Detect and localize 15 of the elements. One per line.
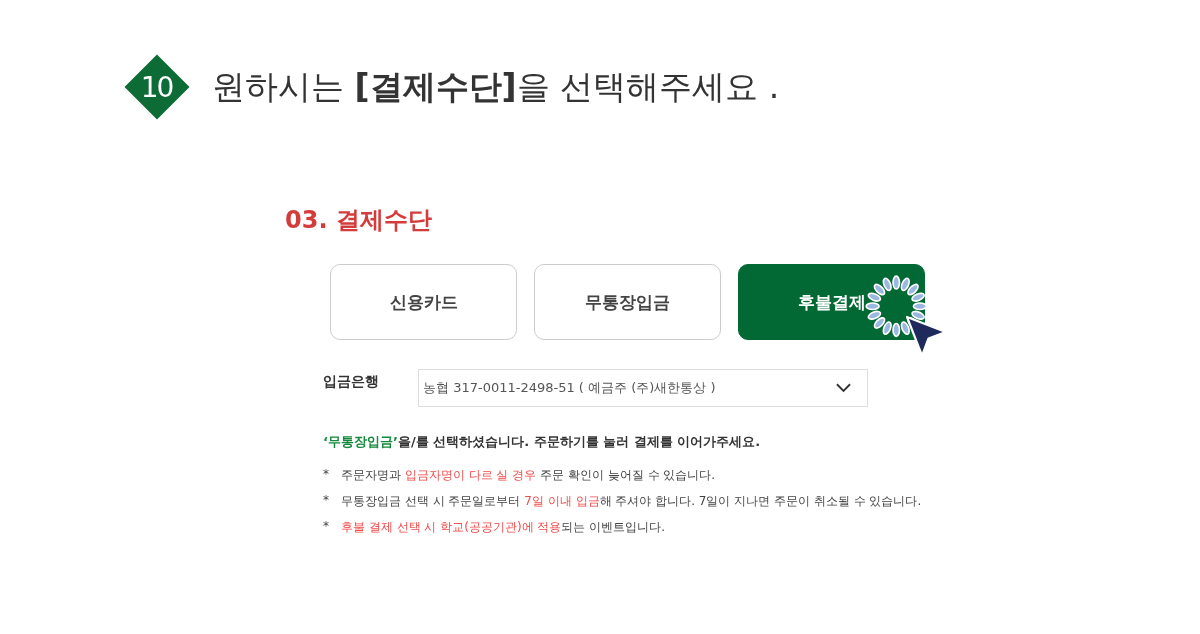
note-marker: * xyxy=(323,493,329,509)
selection-message: ‘무통장입금’을/를 선택하셨습니다. 주문하기를 눌러 결제를 이어가주세요. xyxy=(323,433,762,451)
note-marker: * xyxy=(323,519,329,535)
note-text: 후불 결제 선택 시 학교(공공기관)에 적용되는 이벤트입니다. xyxy=(341,519,666,536)
note-marker: * xyxy=(323,467,329,483)
step-title: 원하시는 [결제수단]을 선택해주세요 . xyxy=(212,65,780,108)
payment-option-button[interactable]: 신용카드 xyxy=(330,264,517,340)
step-number-badge: 10 xyxy=(124,54,190,120)
bank-select[interactable]: 농협 317-0011-2498-51 ( 예금주 (주)새한통상 ) xyxy=(418,369,868,407)
note-text: 무통장입금 선택 시 주문일로부터 7일 이내 입금해 주셔야 합니다. 7일이 지나면 주문이 취소될 수 있습니다. xyxy=(341,493,922,510)
bank-label: 입금은행 xyxy=(323,372,380,391)
section-title: 03. 결제수단 xyxy=(285,205,433,236)
chevron-down-icon xyxy=(836,383,851,393)
note-text: 주문자명과 입금자명이 다르 실 경우 주문 확인이 늦어질 수 있습니다. xyxy=(341,467,716,484)
payment-option-button[interactable]: 무통장입금 xyxy=(534,264,721,340)
